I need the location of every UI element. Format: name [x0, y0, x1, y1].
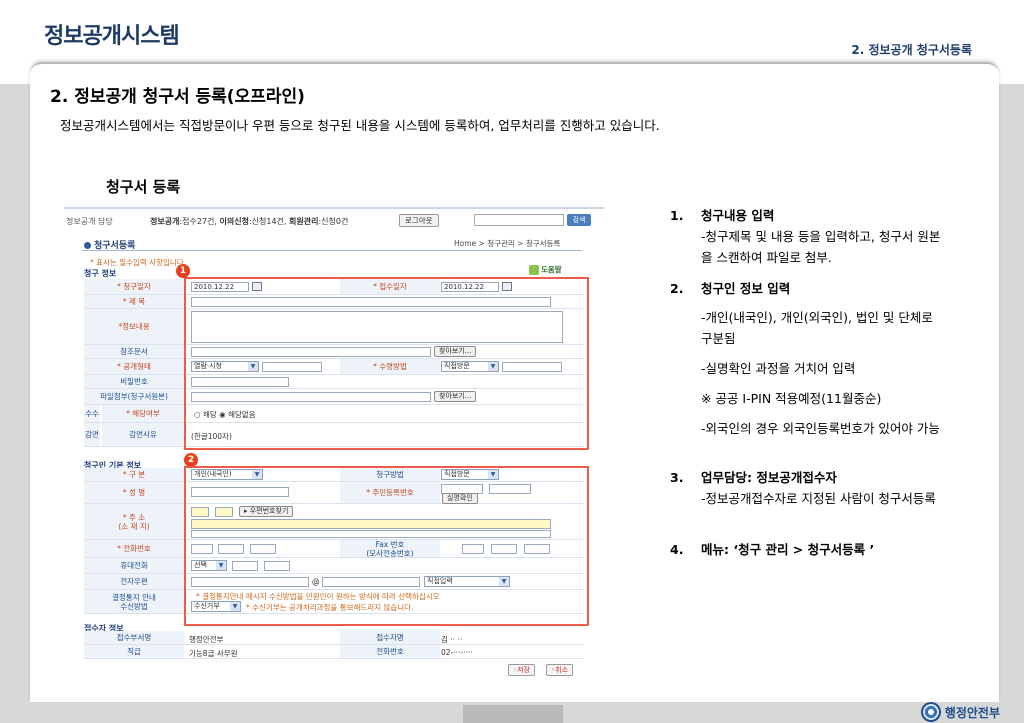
- screenshot-status-bar: 정보공개 담당 정보공개:접수27건, 이의신청:신청14건, 회원관리:신청0…: [64, 213, 604, 229]
- intro-text: 정보공개시스템에서는 직접방문이나 우편 등으로 청구된 내용을 시스템에 등록…: [60, 118, 660, 133]
- footer-logo-text: 행정안전부: [944, 705, 1000, 720]
- highlight-box-2: [184, 466, 589, 626]
- required-note: * 표시는 필수입력 사항입니다.: [90, 258, 187, 267]
- top-search-input[interactable]: [474, 214, 564, 226]
- stat-disclosure-value: :접수27건,: [179, 217, 217, 226]
- stat-member-value: :신청0건: [318, 217, 349, 226]
- note-heading: 청구인 정보 입력: [701, 281, 791, 296]
- work-stats: 정보공개:접수27건, 이의신청:신청14건, 회원관리:신청0건: [150, 216, 348, 227]
- badge-1: 1: [176, 264, 190, 278]
- government-emblem-icon: [920, 702, 941, 722]
- help-icon: [529, 265, 539, 275]
- sub-heading: 청구서 등록: [106, 178, 181, 196]
- right-gray-margin: [996, 84, 1024, 702]
- label-request-date: * 청구일자: [84, 279, 184, 294]
- label-mobile: 휴대전화: [84, 558, 184, 573]
- title-divider: [82, 250, 582, 251]
- main-heading: 2. 정보공개 청구서 등록(오프라인): [50, 87, 305, 107]
- receiver-org-value: 행정안전부: [189, 635, 224, 644]
- label-content: *정보내용: [84, 309, 184, 344]
- note-line: -청구제목 및 내용 등을 입력하고, 청구서 원본을 스캔하여 파일로 첨부.: [701, 229, 941, 265]
- label-address: * 주 소 (소 재 지): [84, 504, 184, 539]
- help-label: 도움말: [541, 265, 562, 274]
- label-email: 전자우편: [84, 574, 184, 589]
- note-line: -실명확인 과정을 거치어 입력: [701, 361, 856, 376]
- receiver-phone-value: 02-···-····: [441, 648, 473, 657]
- note-heading: 메뉴: ‘청구 관리 > 청구서등록 ’: [701, 542, 875, 557]
- label-fee-side: 수수: [84, 405, 100, 422]
- highlight-box-1: [184, 277, 589, 450]
- note-number: 4.: [670, 542, 684, 557]
- label-applicable: * 해당여부: [102, 405, 184, 422]
- embedded-screenshot: 정보공개 담당 정보공개:접수27건, 이의신청:신청14건, 회원관리:신청0…: [64, 205, 604, 685]
- save-button[interactable]: ◦저장: [508, 664, 536, 676]
- note-heading: 업무담당: 정보공개접수자: [701, 470, 837, 485]
- note-line: -정보공개접수자로 지정된 사람이 청구서등록: [701, 491, 936, 506]
- label-phone: * 전화번호: [84, 540, 184, 557]
- bottom-tab: [463, 705, 563, 723]
- row-receiver-grade: 직급 기능8급 사무원 전화번호 02-···-····: [84, 645, 584, 659]
- label-receiver-name: 접수자명: [340, 631, 440, 644]
- label-requester-name: * 성 명: [84, 482, 184, 503]
- title-bullet-icon: [84, 242, 91, 249]
- stat-member-label: 회원관리: [289, 217, 319, 226]
- stat-disclosure-label: 정보공개: [150, 217, 180, 226]
- note-line: -외국인의 경우 외국인등록번호가 있어야 가능: [701, 421, 940, 436]
- label-reduce-reason: 감면사유: [102, 423, 184, 446]
- label-attachment: 파일첨부(청구서원본): [84, 389, 184, 404]
- footer-logo: 행정안전부: [920, 702, 1000, 722]
- stat-objection-value: :신청14건,: [248, 217, 287, 226]
- brand-title: 정보공개시스템: [44, 24, 180, 49]
- label-receiver-phone: 전화번호: [340, 645, 440, 658]
- note-line: -개인(내국인), 개인(외국인), 법인 및 단체로 구분됨: [701, 310, 933, 346]
- screenshot-top-line: [64, 207, 604, 209]
- section-request-info: 청구 정보: [84, 269, 117, 278]
- help-button[interactable]: 도움말: [529, 264, 565, 278]
- note-line: ※ 공공 I-PIN 적용예정(11월중순): [701, 391, 882, 406]
- badge-2: 2: [184, 453, 198, 467]
- stat-objection-label: 이의신청: [219, 217, 249, 226]
- label-ref-doc: 참조문서: [84, 345, 184, 358]
- label-requester-type: * 구 분: [84, 468, 184, 481]
- label-password: 비밀번호: [84, 375, 184, 388]
- note-number: 2.: [670, 281, 684, 296]
- label-reduce-side: 감면: [84, 423, 100, 446]
- receiver-name-value: 김 ·· ··: [441, 635, 463, 644]
- logout-button[interactable]: 로그아웃: [399, 214, 439, 227]
- label-receiver-org: 접수부서명: [84, 631, 184, 644]
- row-receiver-org: 접수부서명 행정안전부 접수자명 김 ·· ··: [84, 631, 584, 645]
- top-search-button[interactable]: 검색: [567, 214, 591, 226]
- cancel-button[interactable]: ◦취소: [546, 664, 574, 676]
- label-receiver-grade: 직급: [84, 645, 184, 658]
- breadcrumb: Home > 청구관리 > 청구서등록: [454, 239, 561, 248]
- label-title: * 제 목: [84, 295, 184, 308]
- note-number: 3.: [670, 470, 684, 485]
- note-heading: 청구내용 입력: [701, 208, 775, 223]
- section-label: 2. 정보공개 청구서등록: [851, 43, 972, 57]
- note-number: 1.: [670, 208, 684, 223]
- label-disclosure-type: * 공개형태: [84, 359, 184, 374]
- label-notice-method: 결정통지 안내 수신방법: [84, 590, 184, 613]
- receiver-grade-value: 기능8급 사무원: [189, 649, 238, 658]
- logged-in-user: 정보공개 담당: [66, 217, 113, 226]
